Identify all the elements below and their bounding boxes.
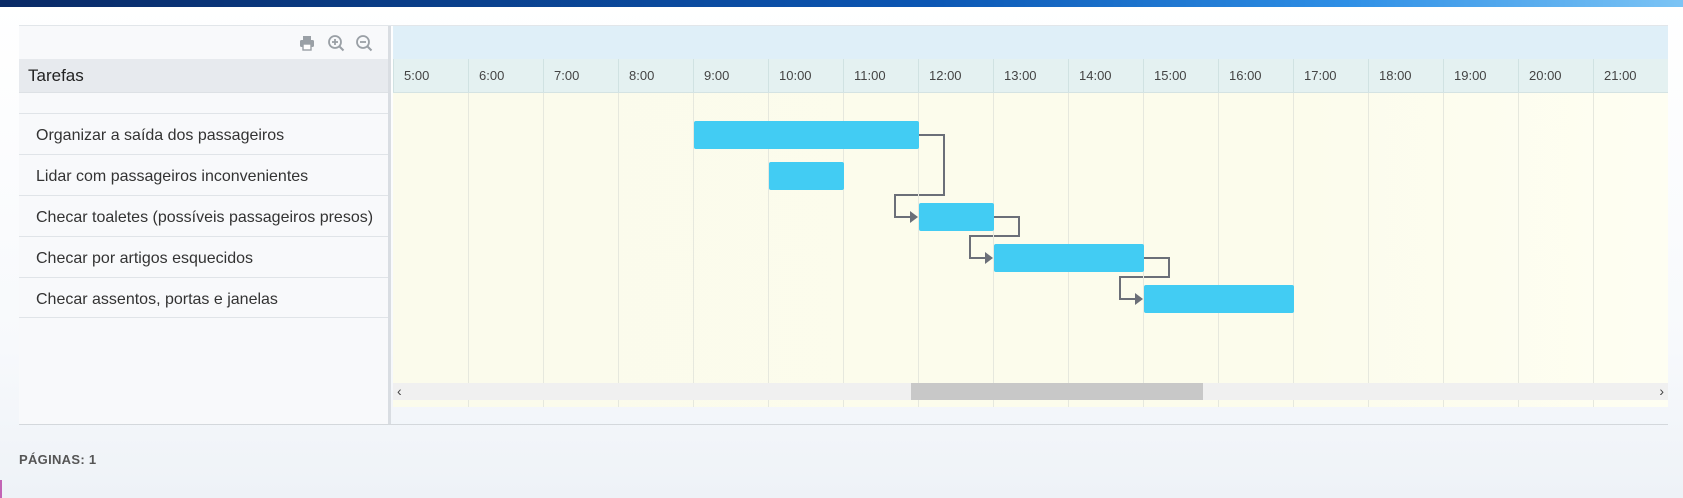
task-row[interactable]: Checar assentos, portas e janelas bbox=[19, 277, 388, 318]
pages-label: PÁGINAS: bbox=[19, 452, 85, 467]
zoom-in-icon[interactable] bbox=[327, 34, 345, 52]
hour-cell: 17:00 bbox=[1293, 59, 1368, 92]
horizontal-scrollbar[interactable]: ‹ › bbox=[393, 383, 1668, 400]
task-list: Organizar a saída dos passageiros Lidar c… bbox=[19, 113, 388, 318]
hour-cell: 12:00 bbox=[918, 59, 993, 92]
task-grid: Tarefas Organizar a saída dos passageiro… bbox=[19, 26, 391, 424]
hour-cell: 18:00 bbox=[1368, 59, 1443, 92]
hour-label: 18:00 bbox=[1379, 68, 1412, 83]
grid-header: Tarefas bbox=[19, 59, 388, 93]
hour-label: 17:00 bbox=[1304, 68, 1337, 83]
hour-cell: 6:00 bbox=[468, 59, 543, 92]
hour-gridline bbox=[618, 93, 619, 407]
pagination: PÁGINAS: 1 bbox=[19, 452, 96, 467]
hour-cell: 8:00 bbox=[618, 59, 693, 92]
hour-label: 6:00 bbox=[479, 68, 505, 83]
hour-label: 21:00 bbox=[1604, 68, 1637, 83]
timescale-top-band bbox=[393, 26, 1668, 59]
hour-label: 10:00 bbox=[779, 68, 812, 83]
hour-cell: 9:00 bbox=[693, 59, 768, 92]
pages-value[interactable]: 1 bbox=[89, 452, 97, 467]
task-row[interactable]: Organizar a saída dos passageiros bbox=[19, 113, 388, 154]
hour-label: 16:00 bbox=[1229, 68, 1262, 83]
hour-gridline bbox=[468, 93, 469, 407]
hour-label: 5:00 bbox=[404, 68, 430, 83]
hour-gridline bbox=[1293, 93, 1294, 407]
top-accent-bar bbox=[0, 0, 1683, 7]
dependency-arrow-icon bbox=[910, 211, 918, 223]
task-bar[interactable] bbox=[1144, 285, 1294, 313]
hour-cell: 20:00 bbox=[1518, 59, 1593, 92]
dependency-arrow-icon bbox=[1135, 293, 1143, 305]
hour-cell: 13:00 bbox=[993, 59, 1068, 92]
hour-gridline bbox=[543, 93, 544, 407]
hour-label: 15:00 bbox=[1154, 68, 1187, 83]
scroll-right-arrow[interactable]: › bbox=[1659, 383, 1664, 400]
edge-marker bbox=[0, 480, 2, 498]
hour-cell: 16:00 bbox=[1218, 59, 1293, 92]
task-row[interactable]: Checar toaletes (possíveis passageiros p… bbox=[19, 195, 388, 236]
hour-label: 12:00 bbox=[929, 68, 962, 83]
scroll-thumb[interactable] bbox=[911, 383, 1203, 400]
hour-gridline bbox=[1518, 93, 1519, 407]
print-icon[interactable] bbox=[298, 34, 316, 52]
hour-label: 13:00 bbox=[1004, 68, 1037, 83]
task-row[interactable]: Checar por artigos esquecidos bbox=[19, 236, 388, 277]
hour-label: 8:00 bbox=[629, 68, 655, 83]
hour-cell: 10:00 bbox=[768, 59, 843, 92]
hour-gridline bbox=[1443, 93, 1444, 407]
hour-cell: 14:00 bbox=[1068, 59, 1143, 92]
grid-header-label: Tarefas bbox=[28, 66, 84, 85]
task-bar[interactable] bbox=[769, 162, 844, 190]
hour-cell: 19:00 bbox=[1443, 59, 1518, 92]
timeline-body bbox=[393, 93, 1668, 407]
dependency-arrow-icon bbox=[985, 252, 993, 264]
hour-cell: 5:00 bbox=[393, 59, 468, 92]
hour-gridline bbox=[1593, 93, 1594, 407]
hour-label: 14:00 bbox=[1079, 68, 1112, 83]
hour-gridline bbox=[1218, 93, 1219, 407]
timeline-chart: 5:00 6:00 7:00 8:00 9:00 10:00 11:00 12:00 13:00… bbox=[393, 26, 1668, 424]
hour-label: 7:00 bbox=[554, 68, 580, 83]
task-bar[interactable] bbox=[994, 244, 1144, 272]
hour-cell: 21:00 bbox=[1593, 59, 1668, 92]
hour-gridline bbox=[1368, 93, 1369, 407]
task-bar[interactable] bbox=[694, 121, 919, 149]
hour-cell: 15:00 bbox=[1143, 59, 1218, 92]
scroll-left-arrow[interactable]: ‹ bbox=[397, 383, 402, 400]
hour-label: 9:00 bbox=[704, 68, 730, 83]
hour-cell: 11:00 bbox=[843, 59, 918, 92]
task-row[interactable]: Lidar com passageiros inconvenientes bbox=[19, 154, 388, 195]
hour-label: 11:00 bbox=[854, 68, 886, 83]
hour-cell: 7:00 bbox=[543, 59, 618, 92]
hour-label: 19:00 bbox=[1454, 68, 1487, 83]
task-bar[interactable] bbox=[919, 203, 994, 231]
zoom-out-icon[interactable] bbox=[355, 34, 373, 52]
gantt-chart: Tarefas Organizar a saída dos passageiro… bbox=[19, 25, 1668, 425]
hour-label: 20:00 bbox=[1529, 68, 1562, 83]
grid-toolbar bbox=[19, 26, 388, 58]
timescale-hours: 5:00 6:00 7:00 8:00 9:00 10:00 11:00 12:00 13:00… bbox=[393, 59, 1668, 93]
